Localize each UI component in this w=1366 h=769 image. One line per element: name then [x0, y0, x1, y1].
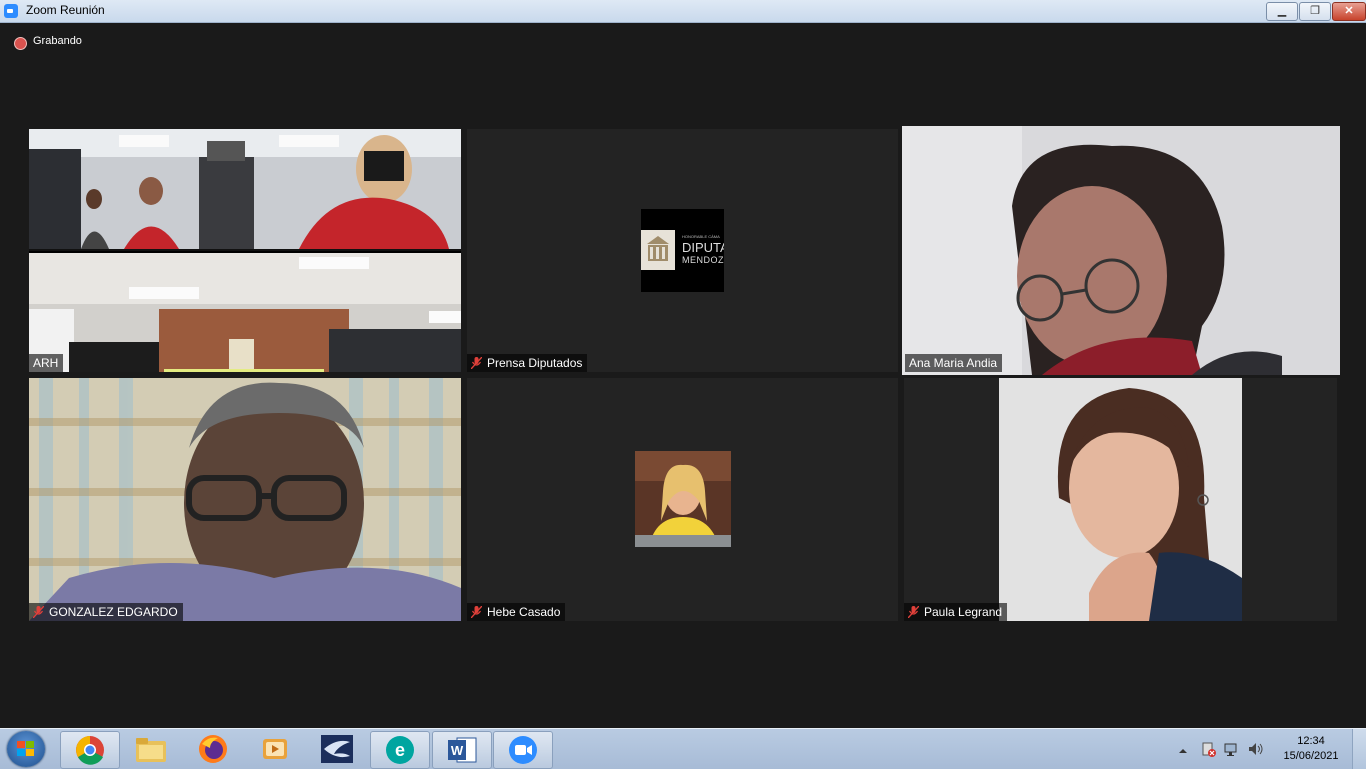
- window-title: Zoom Reunión: [26, 3, 105, 17]
- video-tile-arh[interactable]: ARH: [29, 129, 461, 372]
- taskbar-zoom[interactable]: [493, 731, 553, 769]
- windows-taskbar: e W 12:34 15/06/2021: [0, 728, 1366, 769]
- taskbar-app[interactable]: [308, 731, 366, 767]
- window-title-bar: Zoom Reunión ▁ ❐ ✕: [0, 0, 1366, 23]
- file-explorer-icon: [136, 738, 166, 762]
- muted-mic-icon: [471, 357, 482, 369]
- participant-name: Ana Maria Andia: [909, 356, 998, 370]
- eset-icon: e: [386, 736, 414, 764]
- taskbar-file-explorer[interactable]: [122, 731, 180, 767]
- ana-maria-video-feed: [902, 126, 1340, 375]
- muted-mic-icon: [33, 606, 44, 618]
- participant-name: GONZALEZ EDGARDO: [49, 605, 178, 619]
- firefox-icon: [199, 735, 227, 763]
- action-center-icon[interactable]: [1200, 741, 1216, 757]
- taskbar-word[interactable]: W: [432, 731, 492, 769]
- video-tile-prensa-diputados[interactable]: HONORABLE CÁMA DIPUTA MENDOZ Prensa Dipu…: [467, 129, 898, 372]
- chrome-icon: [76, 736, 104, 765]
- media-player-icon: [263, 739, 287, 759]
- minimize-button[interactable]: ▁: [1266, 2, 1298, 21]
- restore-icon: ❐: [1310, 5, 1320, 17]
- clock-time: 12:34: [1297, 735, 1325, 747]
- app-icon: [321, 735, 353, 763]
- participant-name-bar: Prensa Diputados: [467, 354, 588, 372]
- zoom-icon: [509, 736, 537, 764]
- clock-date: 15/06/2021: [1283, 750, 1339, 762]
- participant-name-bar: Hebe Casado: [467, 603, 566, 621]
- logo-text-diputados: DIPUTA: [682, 240, 724, 255]
- diputados-logo: HONORABLE CÁMA DIPUTA MENDOZ: [641, 209, 724, 292]
- minimize-icon: ▁: [1277, 5, 1287, 17]
- zoom-app-icon: [4, 4, 18, 18]
- show-desktop-button[interactable]: [1352, 729, 1366, 769]
- taskbar-firefox[interactable]: [184, 731, 242, 767]
- start-button[interactable]: [7, 731, 45, 767]
- logo-small-text: HONORABLE CÁMA: [682, 234, 720, 239]
- participant-name: Hebe Casado: [487, 605, 561, 619]
- taskbar-media-player[interactable]: [246, 731, 304, 767]
- participant-name: Prensa Diputados: [487, 356, 583, 370]
- participant-name-bar: ARH: [29, 354, 64, 372]
- show-hidden-icons-button[interactable]: [1178, 743, 1188, 753]
- taskbar-chrome[interactable]: [60, 731, 120, 769]
- participant-name-bar: Ana Maria Andia: [905, 354, 1003, 372]
- video-tile-ana-maria-andia[interactable]: Ana Maria Andia: [902, 126, 1340, 375]
- video-tile-paula-legrand[interactable]: Paula Legrand: [904, 378, 1337, 621]
- building-icon: [641, 230, 675, 270]
- video-tile-gonzalez-edgardo[interactable]: GONZALEZ EDGARDO: [29, 378, 461, 621]
- participant-name-bar: Paula Legrand: [904, 603, 1008, 621]
- muted-mic-icon: [908, 606, 919, 618]
- arh-video-feed: [29, 129, 461, 372]
- hebe-casado-avatar: [635, 451, 731, 547]
- recording-icon: [14, 37, 27, 50]
- network-icon[interactable]: [1224, 741, 1240, 757]
- video-tile-hebe-casado[interactable]: Hebe Casado: [467, 378, 898, 621]
- paula-legrand-avatar: [999, 378, 1242, 621]
- word-icon: W: [448, 737, 477, 763]
- gonzalez-video-feed: [29, 378, 461, 621]
- svg-text:W: W: [451, 743, 464, 758]
- volume-icon[interactable]: [1248, 741, 1264, 757]
- recording-label: Grabando: [33, 35, 82, 47]
- close-icon: ✕: [1344, 5, 1354, 17]
- participant-name: ARH: [33, 356, 59, 370]
- close-button[interactable]: ✕: [1332, 2, 1366, 21]
- svg-text:e: e: [395, 740, 405, 760]
- participant-name: Paula Legrand: [924, 605, 1003, 619]
- logo-text-mendoza: MENDOZ: [682, 255, 724, 265]
- participant-name-bar: GONZALEZ EDGARDO: [29, 603, 183, 621]
- chevron-up-icon: [1179, 749, 1187, 753]
- muted-mic-icon: [471, 606, 482, 618]
- taskbar-clock[interactable]: 12:34 15/06/2021: [1276, 734, 1346, 764]
- windows-logo-icon: [17, 741, 34, 756]
- restore-button[interactable]: ❐: [1299, 2, 1331, 21]
- taskbar-eset[interactable]: e: [370, 731, 430, 769]
